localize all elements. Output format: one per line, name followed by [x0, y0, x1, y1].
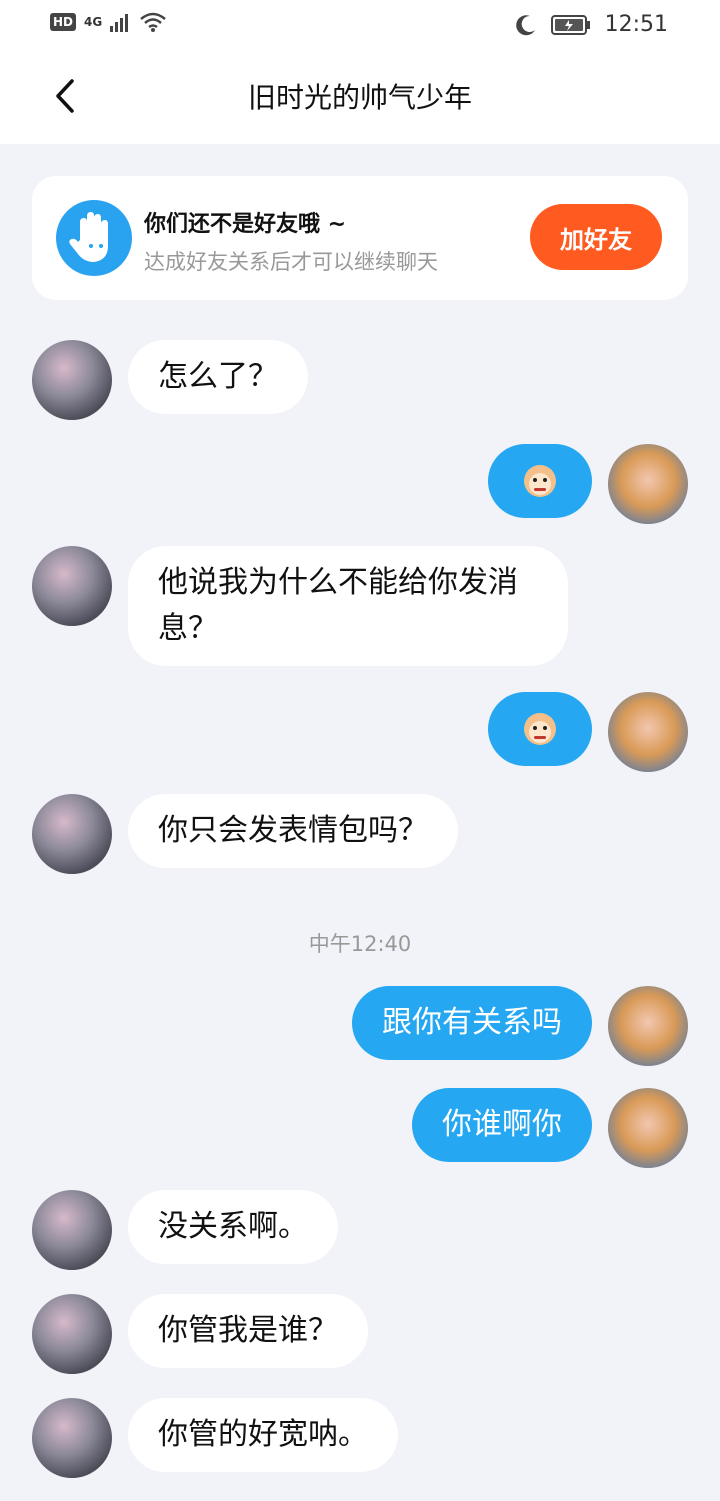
message-bubble[interactable]: 没关系啊。: [128, 1190, 338, 1264]
add-friend-button[interactable]: 加好友: [530, 204, 662, 270]
clock: 12:51: [604, 12, 668, 37]
page-title: 旧时光的帅气少年: [247, 81, 472, 114]
message-bubble[interactable]: 跟你有关系吗: [352, 986, 592, 1060]
my-avatar[interactable]: [608, 1088, 688, 1168]
notice-title: 你们还不是好友哦 ~: [144, 212, 347, 237]
chat-header: 旧时光的帅气少年: [0, 50, 720, 144]
sticker-bubble[interactable]: [488, 692, 592, 766]
avatar[interactable]: [32, 1398, 112, 1478]
avatar[interactable]: [32, 340, 112, 420]
message-bubble[interactable]: 你只会发表情包吗？: [128, 794, 458, 868]
message-bubble[interactable]: 你谁啊你: [412, 1088, 592, 1162]
avatar[interactable]: [32, 546, 112, 626]
message-timestamp: 中午12:40: [308, 932, 412, 956]
signal-icon: [110, 14, 129, 32]
avatar[interactable]: [32, 1190, 112, 1270]
avatar[interactable]: [32, 1294, 112, 1374]
moon-icon: [515, 14, 535, 35]
hd-badge: HD: [50, 13, 77, 31]
not-friends-notice: 你们还不是好友哦 ~ 达成好友关系后才可以继续聊天 加好友: [32, 176, 688, 300]
sticker-bubble[interactable]: [488, 444, 592, 518]
notice-subtitle: 达成好友关系后才可以继续聊天: [144, 250, 438, 274]
my-avatar[interactable]: [608, 692, 688, 772]
network-label: 4G: [84, 15, 103, 29]
status-bar: HD 4G 12:51: [0, 0, 720, 50]
my-avatar[interactable]: [608, 444, 688, 524]
wifi-icon: [140, 12, 167, 32]
avatar[interactable]: [32, 794, 112, 874]
monkey-sticker-icon: [524, 465, 556, 497]
hand-icon: [56, 200, 132, 276]
my-avatar[interactable]: [608, 986, 688, 1066]
monkey-sticker-icon: [524, 713, 556, 745]
battery-icon: [550, 14, 590, 35]
message-bubble[interactable]: 他说我为什么不能给你发消息？: [128, 546, 568, 666]
message-bubble[interactable]: 你管的好宽呐。: [128, 1398, 398, 1472]
message-bubble[interactable]: 怎么了？: [128, 340, 308, 414]
message-bubble[interactable]: 你管我是谁？: [128, 1294, 368, 1368]
